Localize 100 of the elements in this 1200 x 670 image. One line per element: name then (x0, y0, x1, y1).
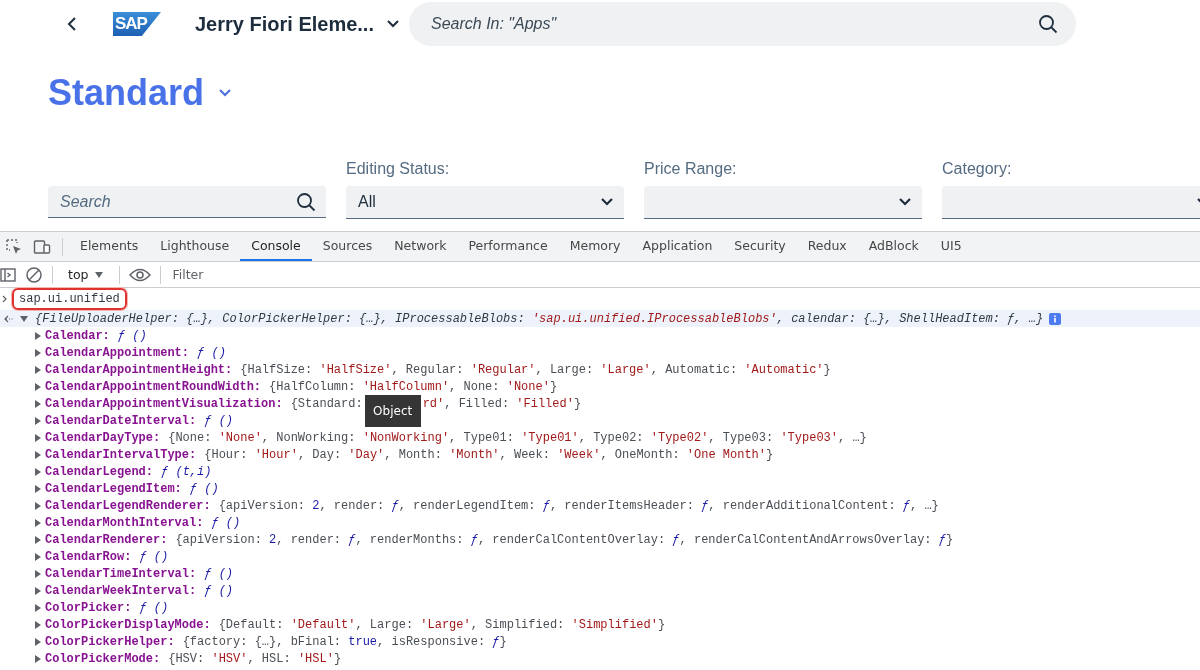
property-value: {Default: 'Default', Large: 'Large', Simplified: 'Simplified'} (218, 617, 666, 632)
caret-icon[interactable] (33, 602, 43, 613)
caret-icon[interactable] (33, 449, 43, 460)
property-name: CalendarLegendItem: (45, 481, 182, 496)
search-icon[interactable] (1038, 14, 1058, 34)
devtools-tab[interactable]: Performance (457, 232, 559, 261)
chevron-down-icon[interactable] (386, 19, 400, 29)
property-value: ƒ () (117, 328, 147, 343)
caret-icon[interactable] (33, 585, 43, 596)
app-title[interactable]: Jerry Fiori Eleme... (195, 12, 374, 36)
devtools-tab[interactable]: Lighthouse (149, 232, 241, 261)
property-value: ƒ () (197, 345, 226, 360)
property-value: ƒ () (139, 600, 169, 615)
property-value: {factory: {…}, bFinal: true, isResponsive: ƒ} (182, 634, 507, 649)
property-value: {apiVersion: 2, render: ƒ, renderMonths: ƒ, renderCalContentOverlay: ƒ, renderCalContentAndArrowsOverlay: ƒ} (175, 532, 954, 547)
caret-icon[interactable] (33, 568, 43, 579)
property-name: CalendarRenderer: (45, 532, 168, 547)
caret-icon[interactable] (33, 398, 43, 409)
select-field[interactable] (942, 186, 1200, 219)
property-value: {HalfSize: 'HalfSize', Regular: 'Regular', Large: 'Large', Automatic: 'Automatic'} (240, 362, 831, 377)
sidebar-icon[interactable] (0, 266, 16, 283)
property-name: CalendarRow: (45, 549, 132, 564)
clear-icon[interactable] (25, 265, 43, 284)
prompt-icon (2, 294, 8, 303)
devtools-tab[interactable]: Elements (69, 232, 150, 261)
property-value: ƒ () (189, 481, 219, 496)
property-name: CalendarAppointmentHeight: (45, 362, 233, 377)
property-name: ColorPicker: (45, 600, 132, 615)
info-icon[interactable] (1049, 312, 1062, 325)
property-name: CalendarMonthInterval: (45, 515, 204, 530)
devtools-tab[interactable]: Application (631, 232, 724, 261)
devtools-tab[interactable]: UI5 (929, 232, 973, 261)
filter-label: Editing Status: (346, 160, 451, 179)
devtools-tab[interactable]: Sources (311, 232, 384, 261)
caret-icon[interactable] (33, 653, 43, 664)
property-name: CalendarAppointmentVisualization: (45, 396, 283, 411)
devtools-tab[interactable]: Redux (796, 232, 858, 261)
chevron-down-icon[interactable] (898, 197, 912, 207)
caret-icon[interactable] (33, 483, 43, 494)
property-value: ƒ () (204, 583, 234, 598)
devtools-tab[interactable]: AdBlock (857, 232, 930, 261)
search-field[interactable]: Search (48, 186, 326, 218)
select-field[interactable]: All (346, 186, 624, 219)
property-value: {None: 'None', NonWorking: 'NonWorking', Type01: 'Type01', Type02: 'Type02', Type03: 'Type03', …} (168, 430, 867, 445)
caret-icon[interactable] (33, 517, 43, 528)
caret-icon[interactable] (33, 636, 43, 647)
property-value: {Hour: 'Hour', Day: 'Day', Month: 'Month', Week: 'Week', OneMonth: 'One Month'} (204, 447, 774, 462)
devtools-tab[interactable]: Memory (558, 232, 632, 261)
property-value: {apiVersion: 2, render: ƒ, renderLegendItem: ƒ, renderItemsHeader: ƒ, renderAdditionalContent: ƒ, …} (218, 498, 939, 513)
property-name: CalendarAppointment: (45, 345, 190, 360)
property-name: CalendarTimeInterval: (45, 566, 197, 581)
caret-icon[interactable] (33, 534, 43, 545)
caret-icon[interactable] (33, 415, 43, 426)
context-select[interactable]: top (62, 267, 111, 282)
property-name: CalendarLegend: (45, 464, 154, 479)
variant-title[interactable]: Standard (48, 72, 205, 114)
property-value: {Standard: (290, 396, 363, 411)
property-name: CalendarLegendRenderer: (45, 498, 211, 513)
caret-icon[interactable] (33, 500, 43, 511)
sap-logo[interactable]: SAP (113, 12, 161, 36)
filter-label: Category: (942, 160, 1013, 179)
property-name: CalendarDayType: (45, 430, 161, 445)
caret-icon[interactable] (33, 364, 43, 375)
caret-icon[interactable] (33, 330, 43, 341)
property-value: {HSV: 'HSV', HSL: 'HSL'} (168, 651, 342, 666)
property-value: ƒ () (139, 549, 169, 564)
property-name: CalendarIntervalType: (45, 447, 197, 462)
property-value: ƒ () (204, 413, 234, 428)
dropdown-arrow-icon[interactable] (94, 270, 105, 279)
property-name: Calendar: (45, 328, 110, 343)
devtools-tab[interactable]: Console (240, 232, 312, 261)
property-name: ColorPickerHelper: (45, 634, 175, 649)
back-icon[interactable] (66, 16, 78, 32)
caret-icon[interactable] (33, 347, 43, 358)
select-field[interactable] (644, 186, 922, 219)
devtools-tab[interactable]: Security (723, 232, 797, 261)
property-value: rd', Filled: 'Filled'} (422, 396, 582, 411)
search-field[interactable]: Search In: "Apps" (409, 2, 1076, 46)
property-name: CalendarWeekInterval: (45, 583, 197, 598)
property-value: ƒ () (211, 515, 241, 530)
property-name: CalendarAppointmentRoundWidth: (45, 379, 262, 394)
filter-label: Price Range: (644, 160, 738, 179)
inspect-icon[interactable] (5, 237, 23, 256)
property-value: ƒ (t,i) (161, 464, 212, 479)
caret-icon[interactable] (33, 619, 43, 630)
return-arrow-icon (3, 313, 13, 324)
caret-icon[interactable] (33, 432, 43, 443)
chevron-down-icon[interactable] (600, 197, 614, 207)
device-icon[interactable] (33, 237, 51, 256)
property-name: CalendarDateInterval: (45, 413, 197, 428)
caret-icon[interactable] (33, 381, 43, 392)
search-icon[interactable] (296, 192, 316, 212)
eye-icon[interactable] (129, 267, 152, 282)
property-value: {HalfColumn: 'HalfColumn', None: 'None'} (269, 379, 558, 394)
property-name: ColorPickerDisplayMode: (45, 617, 211, 632)
caret-icon[interactable] (19, 313, 29, 324)
property-name: ColorPickerMode: (45, 651, 161, 666)
caret-icon[interactable] (33, 551, 43, 562)
caret-icon[interactable] (33, 466, 43, 477)
devtools-tab[interactable]: Network (383, 232, 458, 261)
